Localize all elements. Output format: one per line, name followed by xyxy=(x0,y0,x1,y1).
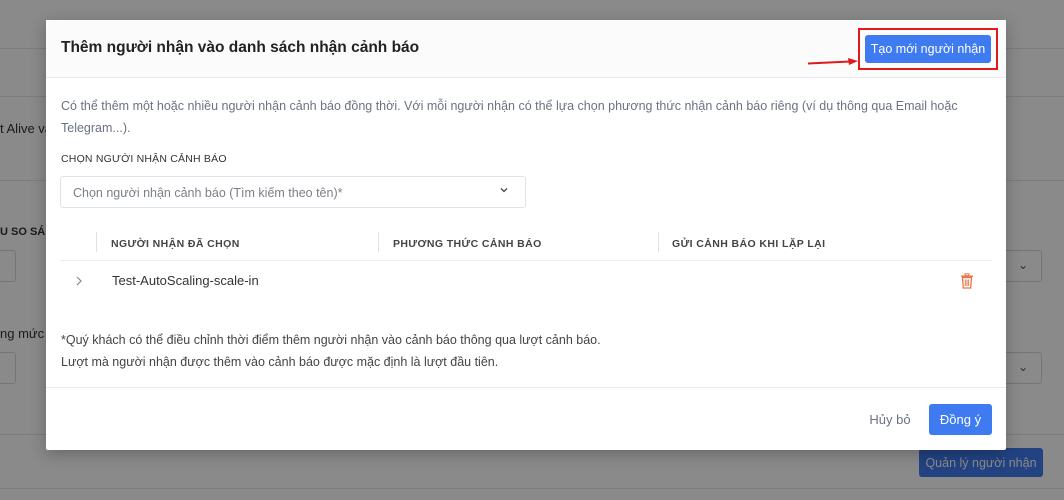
modal-footer: Hủy bỏ Đồng ý xyxy=(46,387,1006,450)
column-header-method: PHƯƠNG THỨC CẢNH BÁO xyxy=(393,237,542,250)
recipient-name: Test-AutoScaling-scale-in xyxy=(112,273,259,288)
trash-icon[interactable] xyxy=(960,273,974,289)
chevron-down-icon xyxy=(500,188,508,193)
note-line-2: Lượt mà người nhận được thêm vào cảnh bá… xyxy=(61,355,499,369)
modal-description: Có thể thêm một hoặc nhiều người nhận cả… xyxy=(61,99,958,135)
create-button-highlight: Tạo mới người nhận xyxy=(858,28,998,70)
add-recipient-modal: Thêm người nhận vào danh sách nhận cảnh … xyxy=(46,20,1006,450)
recipients-table-header: NGƯỜI NHẬN ĐÃ CHỌN PHƯƠNG THỨC CẢNH BÁO … xyxy=(60,226,992,261)
chevron-right-icon[interactable] xyxy=(72,274,86,288)
table-row: Test-AutoScaling-scale-in xyxy=(60,261,992,301)
column-divider xyxy=(96,232,97,252)
note-line-1: *Quý khách có thể điều chỉnh thời điểm t… xyxy=(61,333,601,347)
timing-note: *Quý khách có thể điều chỉnh thời điểm t… xyxy=(61,329,961,373)
confirm-button[interactable]: Đồng ý xyxy=(929,404,992,435)
arrow-annotation-icon xyxy=(808,58,858,65)
column-header-recipient: NGƯỜI NHẬN ĐÃ CHỌN xyxy=(111,237,240,250)
select-section-label: CHỌN NGƯỜI NHẬN CẢNH BÁO xyxy=(61,153,227,165)
column-divider xyxy=(658,232,659,252)
modal-header: Thêm người nhận vào danh sách nhận cảnh … xyxy=(46,20,1006,78)
column-divider xyxy=(378,232,379,252)
create-recipient-button[interactable]: Tạo mới người nhận xyxy=(865,35,991,63)
cancel-button[interactable]: Hủy bỏ xyxy=(859,404,921,434)
recipient-select[interactable]: Chọn người nhận cảnh báo (Tìm kiếm theo … xyxy=(60,176,526,208)
column-header-repeat: GỬI CẢNH BÁO KHI LẶP LẠI xyxy=(672,237,826,250)
modal-title: Thêm người nhận vào danh sách nhận cảnh … xyxy=(61,39,420,56)
recipient-select-placeholder: Chọn người nhận cảnh báo (Tìm kiếm theo … xyxy=(73,186,343,200)
